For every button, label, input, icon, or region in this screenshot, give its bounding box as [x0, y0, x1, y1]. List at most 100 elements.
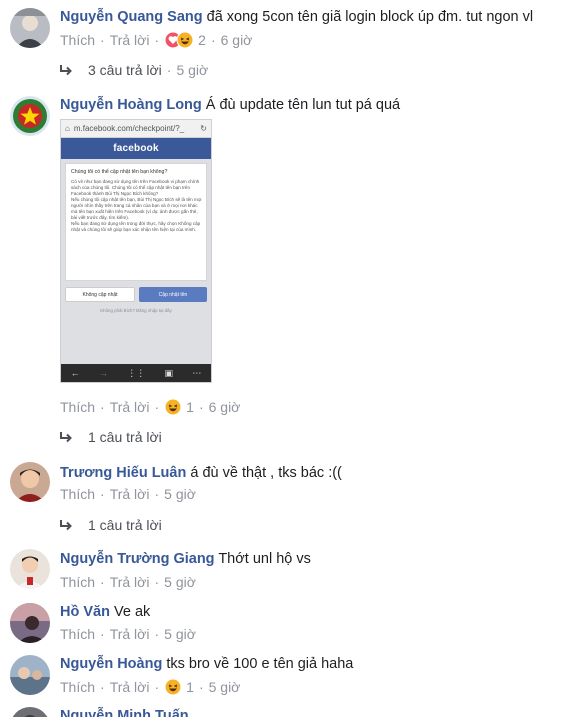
comment-text-row: Hồ Văn Ve ak	[60, 603, 562, 622]
timestamp[interactable]: 6 giờ	[221, 31, 253, 49]
separator: ·	[154, 32, 160, 48]
reaction-count: 1	[186, 679, 194, 695]
reaction-summary[interactable]: 1	[164, 678, 194, 696]
replies-count[interactable]: 3 câu trả lời	[88, 61, 162, 79]
reply-arrow-icon	[60, 432, 72, 443]
view-replies[interactable]: 1 câu trả lời	[58, 516, 162, 534]
avatar[interactable]	[10, 655, 50, 695]
update-name-button: Cập nhật tên	[139, 287, 207, 302]
lock-icon: ⌂	[65, 124, 70, 133]
view-replies[interactable]: 1 câu trả lời	[58, 428, 162, 446]
comment-author[interactable]: Trương Hiếu Luân	[60, 465, 186, 481]
reply-link[interactable]: Trả lời	[110, 625, 150, 643]
not-me-link: Không phải Bích? Đăng nhập tại đây	[100, 308, 172, 313]
separator: ·	[100, 32, 105, 48]
comment-actions: Thích · Trả lời · 5 giờ	[60, 485, 196, 503]
timestamp[interactable]: 5 giờ	[164, 573, 196, 591]
avatar[interactable]	[10, 549, 50, 589]
avatar[interactable]	[10, 603, 50, 643]
comment-author[interactable]: Nguyễn Minh Tuấn	[60, 708, 189, 717]
like-link[interactable]: Thích	[60, 31, 95, 49]
like-link[interactable]: Thích	[60, 573, 95, 591]
browser-url-bar: ⌂ m.facebook.com/checkpoint/?_ ↻	[61, 120, 211, 138]
comment-text: á đù về thật , tks bác :((	[190, 465, 342, 481]
comment-text-row: Trương Hiếu Luân á đù về thật , tks bác …	[60, 464, 562, 483]
separator: ·	[154, 679, 160, 695]
separator: ·	[100, 399, 105, 415]
comment-actions: Thích · Trả lời · 5 giờ	[60, 573, 196, 591]
comment-actions: Thích · Trả lời · 1 · 6 giờ	[60, 398, 240, 416]
reaction-count: 1	[186, 399, 194, 415]
attached-screenshot[interactable]: ⌂ m.facebook.com/checkpoint/?_ ↻ faceboo…	[60, 119, 212, 383]
avatar[interactable]	[10, 707, 50, 717]
replies-count[interactable]: 1 câu trả lời	[88, 428, 162, 446]
dont-update-button: Không cập nhật	[65, 287, 135, 302]
separator: ·	[198, 679, 204, 695]
comment-actions: Thích · Trả lời · 1 · 5 giờ	[60, 678, 240, 696]
comment-text-row: Nguyễn Quang Sang đã xong 5con tên giã l…	[60, 8, 562, 27]
timestamp[interactable]: 6 giờ	[209, 398, 241, 416]
separator: ·	[154, 486, 160, 502]
tabs-icon: ▣	[164, 367, 174, 378]
comment-text: Ve ak	[113, 604, 151, 620]
replies-time: 5 giờ	[176, 62, 209, 78]
reply-link[interactable]: Trả lời	[110, 678, 150, 696]
view-replies[interactable]: 3 câu trả lời · 5 giờ	[58, 61, 208, 79]
separator: ·	[210, 32, 216, 48]
comment-text: Thớt unl hộ vs	[218, 551, 311, 567]
comment-author[interactable]: Hồ Văn	[60, 604, 110, 620]
reaction-count: 2	[198, 32, 206, 48]
reaction-summary[interactable]: 1	[164, 398, 194, 416]
like-link[interactable]: Thích	[60, 485, 95, 503]
comment-author[interactable]: Nguyễn Hoàng Long	[60, 97, 202, 113]
avatar[interactable]	[10, 96, 50, 136]
separator: ·	[100, 574, 105, 590]
back-icon: ←	[70, 368, 80, 378]
timestamp[interactable]: 5 giờ	[209, 678, 241, 696]
comment-author[interactable]: Nguyễn Hoàng	[60, 656, 162, 672]
avatar[interactable]	[10, 8, 50, 48]
like-link[interactable]: Thích	[60, 625, 95, 643]
reply-link[interactable]: Trả lời	[110, 573, 150, 591]
separator: ·	[166, 62, 172, 78]
checkpoint-body: Có vẻ như bạn đang sử dụng tên trên Face…	[71, 179, 202, 232]
forward-icon: →	[98, 368, 108, 378]
browser-bottom-bar: ← → ⋮⋮ ▣ ⋯	[61, 364, 211, 382]
checkpoint-card: Chúng tôi có thể cập nhật tên bạn không?…	[65, 163, 207, 281]
like-link[interactable]: Thích	[60, 398, 95, 416]
reaction-summary[interactable]: 2	[164, 31, 206, 49]
separator: ·	[198, 399, 204, 415]
checkpoint-buttons: Không cập nhật Cập nhật tên	[65, 287, 207, 302]
timestamp[interactable]: 5 giờ	[164, 485, 196, 503]
comment-author[interactable]: Nguyễn Trường Giang	[60, 551, 215, 567]
reply-link[interactable]: Trả lời	[110, 398, 150, 416]
separator: ·	[154, 399, 160, 415]
avatar[interactable]	[10, 462, 50, 502]
reply-arrow-icon	[60, 65, 72, 76]
comment-actions: Thích · Trả lời · 5 giờ	[60, 625, 196, 643]
comment-text: đã xong 5con tên giã login block úp đm. …	[206, 9, 534, 25]
haha-icon	[176, 31, 194, 49]
haha-icon	[164, 398, 182, 416]
comment-author[interactable]: Nguyễn Quang Sang	[60, 9, 203, 25]
more-icon: ⋯	[192, 367, 202, 378]
comment-text: Á đù update tên lun tut pá quá	[205, 97, 401, 113]
separator: ·	[100, 486, 105, 502]
reply-link[interactable]: Trả lời	[110, 31, 150, 49]
url-text: m.facebook.com/checkpoint/?_	[73, 124, 185, 133]
haha-icon	[164, 678, 182, 696]
comment-actions: Thích · Trả lời · 2 · 6 giờ	[60, 31, 252, 49]
timestamp[interactable]: 5 giờ	[164, 625, 196, 643]
comment-text-row: Nguyễn Trường Giang Thớt unl hộ vs	[60, 550, 562, 569]
separator: ·	[154, 574, 160, 590]
reply-link[interactable]: Trả lời	[110, 485, 150, 503]
separator: ·	[100, 679, 105, 695]
menu-grid-icon: ⋮⋮	[127, 367, 146, 378]
like-link[interactable]: Thích	[60, 678, 95, 696]
reply-arrow-icon	[60, 520, 72, 531]
facebook-logo: facebook	[61, 138, 211, 159]
separator: ·	[154, 626, 160, 642]
comment-text: tks bro về 100 e tên giả haha	[166, 656, 354, 672]
replies-count[interactable]: 1 câu trả lời	[88, 516, 162, 534]
comment-text-row: Nguyễn Hoàng tks bro về 100 e tên giả ha…	[60, 655, 562, 674]
